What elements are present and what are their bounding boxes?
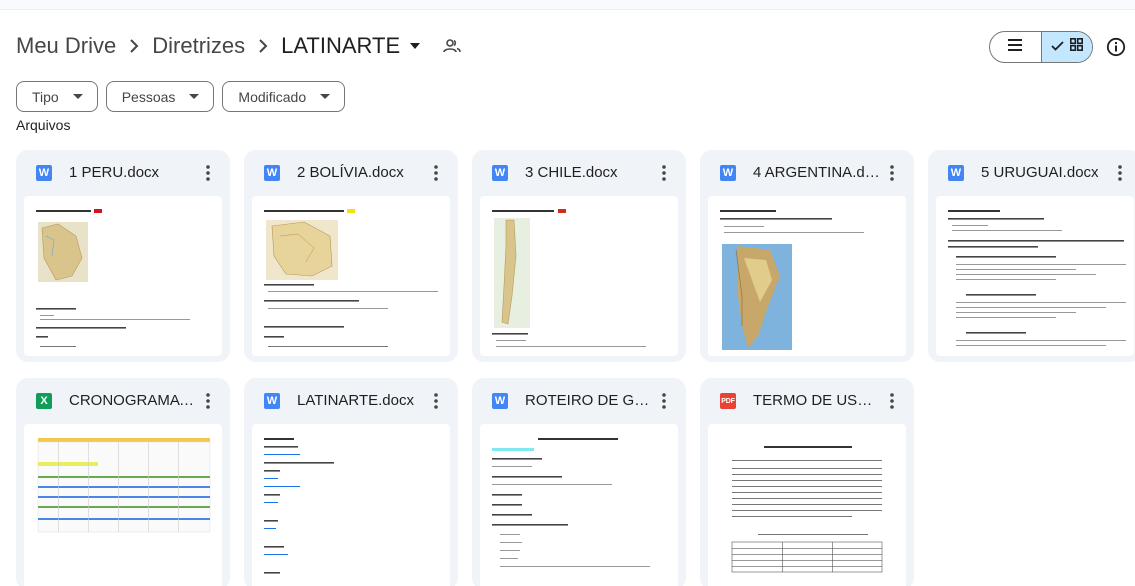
more-options-icon[interactable] <box>426 163 446 183</box>
file-name: 5 URUGUAI.docx <box>981 164 1099 181</box>
file-card[interactable]: X CRONOGRAMA LATINARTE.xlsx <box>16 378 230 586</box>
checkmark-icon <box>1051 38 1064 56</box>
file-card[interactable]: PDF TERMO DE USO DE IMAGEM.pdf <box>700 378 914 586</box>
caret-down-icon <box>189 94 200 100</box>
word-doc-icon: W <box>264 393 280 409</box>
word-doc-icon: W <box>36 165 52 181</box>
info-icon[interactable] <box>1104 35 1128 59</box>
file-name: 3 CHILE.docx <box>525 164 618 181</box>
grid-view-button[interactable] <box>1040 32 1092 62</box>
shared-folder-icon[interactable] <box>442 36 462 56</box>
file-card[interactable]: W ROTEIRO DE GRAVAÇÃO.docx <box>472 378 686 586</box>
file-card[interactable]: W 2 BOLÍVIA.docx <box>244 150 458 362</box>
file-name: ROTEIRO DE GRAVAÇÃO.docx <box>525 392 653 409</box>
view-toggle <box>989 31 1093 63</box>
filter-people-chip[interactable]: Pessoas <box>105 81 215 112</box>
more-options-icon[interactable] <box>198 163 218 183</box>
chevron-right-icon <box>116 39 152 53</box>
more-options-icon[interactable] <box>426 391 446 411</box>
filter-modified-chip[interactable]: Modificado <box>222 81 346 112</box>
more-options-icon[interactable] <box>882 163 902 183</box>
chevron-right-icon <box>245 39 281 53</box>
word-doc-icon: W <box>264 165 280 181</box>
file-thumbnail <box>480 424 678 586</box>
file-card[interactable]: W LATINARTE.docx <box>244 378 458 586</box>
word-doc-icon: W <box>492 165 508 181</box>
pdf-icon: PDF <box>720 393 736 409</box>
caret-down-icon[interactable] <box>408 39 422 53</box>
file-name: TERMO DE USO DE IMAGEM.pdf <box>753 392 881 409</box>
file-name: 1 PERU.docx <box>69 164 160 181</box>
grid-icon <box>1069 38 1083 56</box>
more-options-icon[interactable] <box>1110 163 1130 183</box>
word-doc-icon: W <box>720 165 736 181</box>
more-options-icon[interactable] <box>654 391 674 411</box>
breadcrumb: Meu Drive Diretrizes LATINARTE <box>16 30 462 62</box>
list-view-button[interactable] <box>990 32 1041 62</box>
file-card[interactable]: W 3 CHILE.docx <box>472 150 686 362</box>
file-card[interactable]: W 4 ARGENTINA.docx <box>700 150 914 362</box>
section-label: Arquivos <box>16 117 71 133</box>
caret-down-icon <box>72 94 83 100</box>
file-thumbnail <box>252 424 450 586</box>
file-name: CRONOGRAMA LATINARTE.xlsx <box>69 392 197 409</box>
chip-label: Pessoas <box>121 88 176 105</box>
file-card[interactable]: W 5 URUGUAI.docx <box>928 150 1135 362</box>
file-name: 2 BOLÍVIA.docx <box>297 164 404 181</box>
file-thumbnail <box>252 196 450 356</box>
more-options-icon[interactable] <box>198 391 218 411</box>
breadcrumb-latinarte[interactable]: LATINARTE <box>281 31 400 61</box>
file-thumbnail <box>24 424 222 586</box>
file-card[interactable]: W 1 PERU.docx <box>16 150 230 362</box>
top-bar-strip <box>0 0 1135 10</box>
caret-down-icon <box>320 94 331 100</box>
filter-type-chip[interactable]: Tipo <box>16 81 98 112</box>
file-thumbnail <box>480 196 678 356</box>
file-name: 4 ARGENTINA.docx <box>753 164 881 181</box>
breadcrumb-my-drive[interactable]: Meu Drive <box>16 31 116 61</box>
filter-chips: Tipo Pessoas Modificado <box>16 81 346 112</box>
chip-label: Tipo <box>32 88 59 105</box>
word-doc-icon: W <box>948 165 964 181</box>
chip-label: Modificado <box>238 88 307 105</box>
file-thumbnail <box>708 196 906 356</box>
list-icon <box>1008 38 1023 56</box>
word-doc-icon: W <box>492 393 508 409</box>
more-options-icon[interactable] <box>882 391 902 411</box>
file-name: LATINARTE.docx <box>297 392 414 409</box>
file-thumbnail <box>24 196 222 356</box>
sheets-icon: X <box>36 393 52 409</box>
file-thumbnail <box>708 424 906 586</box>
file-thumbnail <box>936 196 1134 356</box>
more-options-icon[interactable] <box>654 163 674 183</box>
breadcrumb-diretrizes[interactable]: Diretrizes <box>152 31 245 61</box>
